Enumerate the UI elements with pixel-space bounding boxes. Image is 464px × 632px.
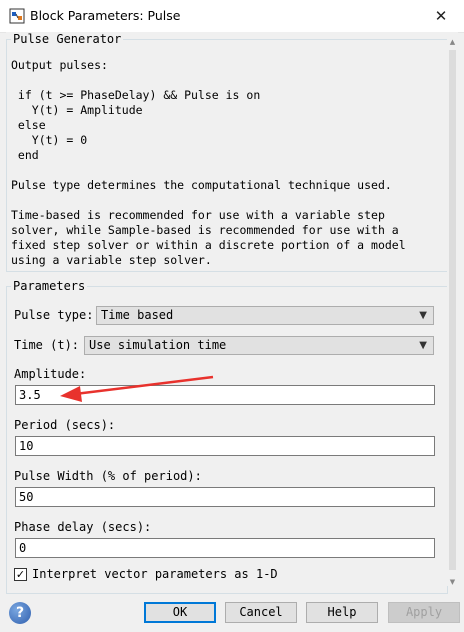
amplitude-input[interactable]: 3.5 (15, 385, 435, 405)
period-input[interactable]: 10 (15, 436, 435, 456)
description-legend: Pulse Generator (11, 32, 124, 46)
title-bar: Block Parameters: Pulse ✕ (0, 0, 464, 33)
chevron-down-icon: ▼ (419, 310, 427, 321)
time-label: Time (t): (14, 338, 80, 352)
scrollbar-thumb[interactable] (449, 50, 456, 570)
period-label: Period (secs): (14, 418, 116, 432)
description-group: Pulse Generator Output pulses: if (t >= … (6, 32, 448, 272)
pulse-width-input[interactable]: 50 (15, 487, 435, 507)
amplitude-label: Amplitude: (14, 367, 87, 381)
scroll-down-icon[interactable]: ▼ (448, 578, 457, 586)
cancel-button[interactable]: Cancel (225, 602, 297, 623)
ok-button[interactable]: OK (144, 602, 216, 623)
pulse-type-dropdown[interactable]: Time based ▼ (96, 306, 434, 325)
interpret-vector-checkbox[interactable]: ✓ (14, 568, 27, 581)
pulse-type-value: Time based (101, 308, 174, 322)
chevron-down-icon: ▼ (419, 340, 427, 351)
help-button[interactable]: Help (306, 602, 378, 623)
parameters-group: Parameters Pulse type: Time based ▼ Time… (6, 279, 448, 594)
dialog-content: Pulse Generator Output pulses: if (t >= … (6, 32, 458, 594)
phase-delay-label: Phase delay (secs): (14, 520, 152, 534)
time-dropdown[interactable]: Use simulation time ▼ (84, 336, 434, 355)
simulink-block-icon (9, 8, 25, 24)
button-bar: ? OK Cancel Help Apply (0, 596, 464, 632)
parameters-legend: Parameters (11, 279, 88, 293)
pulse-width-label: Pulse Width (% of period): (14, 469, 202, 483)
window-title: Block Parameters: Pulse (30, 8, 181, 23)
block-description-text: Output pulses: if (t >= PhaseDelay) && P… (11, 58, 406, 267)
phase-delay-input[interactable]: 0 (15, 538, 435, 558)
scroll-up-icon[interactable]: ▲ (448, 38, 457, 46)
close-icon[interactable]: ✕ (418, 0, 464, 32)
apply-button[interactable]: Apply (388, 602, 460, 623)
vertical-scrollbar[interactable]: ▲ ▼ (447, 38, 458, 586)
time-value: Use simulation time (89, 338, 227, 352)
pulse-type-label: Pulse type: (14, 308, 94, 322)
help-icon[interactable]: ? (9, 602, 31, 624)
interpret-vector-label: Interpret vector parameters as 1-D (32, 567, 278, 581)
